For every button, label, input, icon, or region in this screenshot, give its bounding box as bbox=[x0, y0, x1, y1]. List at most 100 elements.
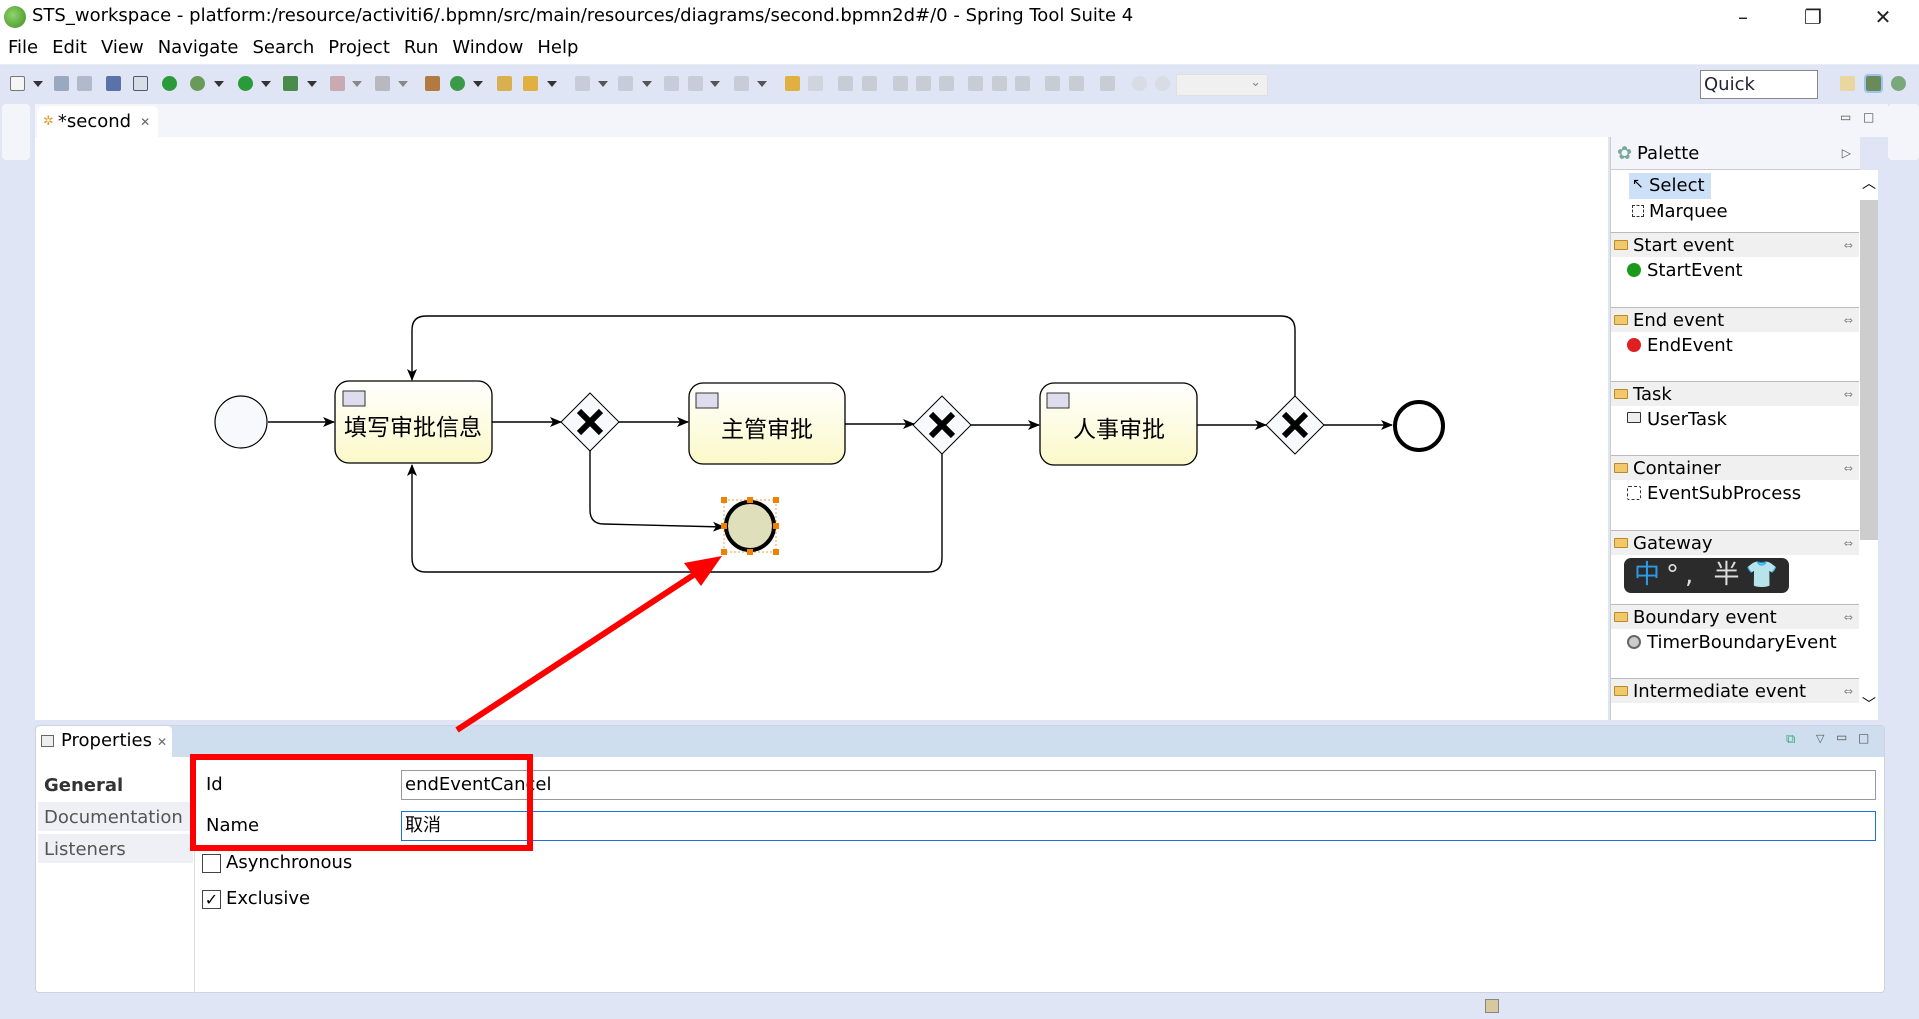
forward-dropdown-icon[interactable] bbox=[757, 81, 767, 87]
next-annotation-dropdown-icon[interactable] bbox=[598, 81, 608, 87]
terminal-icon[interactable] bbox=[106, 76, 121, 91]
exclusive-checkbox[interactable]: ✓ bbox=[202, 890, 221, 909]
redo-icon[interactable] bbox=[808, 76, 823, 91]
run-external-icon[interactable] bbox=[283, 76, 298, 91]
match-width-icon[interactable] bbox=[1045, 76, 1060, 91]
ime-status-bar[interactable]: 中°, 半👕 bbox=[1624, 558, 1789, 593]
zoom-level-combo[interactable]: ⌄ bbox=[1176, 74, 1268, 96]
skip-breakpoints-icon[interactable] bbox=[133, 76, 148, 91]
close-button[interactable]: ✕ bbox=[1860, 2, 1906, 32]
pin-icon[interactable]: ⇔ bbox=[1844, 382, 1853, 407]
menu-view[interactable]: View bbox=[94, 34, 151, 64]
nav-listeners[interactable]: Listeners bbox=[38, 834, 193, 865]
zoom-in-icon[interactable] bbox=[1155, 76, 1170, 91]
open-perspective-icon[interactable] bbox=[1840, 76, 1855, 91]
new-package-icon[interactable] bbox=[425, 76, 440, 91]
editor-tab-second[interactable]: ✲ *second ✕ bbox=[37, 106, 159, 137]
open-type-icon[interactable] bbox=[497, 76, 512, 91]
menu-navigate[interactable]: Navigate bbox=[151, 34, 246, 64]
drawer-container[interactable]: Container ⇔ bbox=[1611, 455, 1859, 480]
scroll-down-icon[interactable]: ﹀ bbox=[1862, 694, 1876, 714]
end-event-cancel-selected[interactable] bbox=[721, 497, 779, 555]
pin-view-icon[interactable]: ⧉ bbox=[1786, 732, 1795, 747]
pin-icon[interactable]: ⇔ bbox=[1844, 233, 1853, 258]
id-field[interactable]: endEventCancel bbox=[401, 770, 1876, 800]
new-icon[interactable] bbox=[10, 76, 25, 91]
back-icon[interactable] bbox=[688, 76, 703, 91]
deploy-dropdown-icon[interactable] bbox=[398, 81, 408, 87]
new-dropdown-icon[interactable] bbox=[33, 81, 43, 87]
zoom-out-icon[interactable] bbox=[1132, 76, 1147, 91]
spring-perspective-icon[interactable] bbox=[1864, 74, 1883, 93]
palette-item-timer-boundary-event[interactable]: TimerBoundaryEvent bbox=[1625, 630, 1837, 655]
minimize-view-icon[interactable]: ▭ bbox=[1836, 730, 1847, 744]
diagram-canvas[interactable]: 填写审批信息 主管审批 人事审批 bbox=[35, 137, 1608, 720]
align-right-icon[interactable] bbox=[939, 76, 954, 91]
drawer-start-event[interactable]: Start event ⇔ bbox=[1611, 232, 1859, 257]
palette-tool-marquee[interactable]: Marquee bbox=[1629, 199, 1734, 225]
minimize-button[interactable]: – bbox=[1720, 2, 1766, 32]
close-properties-icon[interactable]: ✕ bbox=[157, 735, 167, 749]
copy-icon[interactable] bbox=[838, 76, 853, 91]
run-icon[interactable] bbox=[238, 76, 253, 91]
debug-perspective-icon[interactable] bbox=[1891, 76, 1906, 91]
collapse-palette-icon[interactable]: ▷ bbox=[1842, 137, 1851, 170]
undo-icon[interactable] bbox=[785, 76, 800, 91]
restore-button[interactable]: ❐ bbox=[1790, 2, 1836, 32]
pin-icon[interactable]: ⇔ bbox=[1844, 308, 1853, 333]
export-image-icon[interactable] bbox=[1100, 76, 1115, 91]
drawer-task[interactable]: Task ⇔ bbox=[1611, 381, 1859, 406]
pin-icon[interactable]: ⇔ bbox=[1844, 605, 1853, 630]
search-dropdown-icon[interactable] bbox=[547, 81, 557, 87]
align-top-icon[interactable] bbox=[968, 76, 983, 91]
palette-item-start-event[interactable]: StartEvent bbox=[1625, 258, 1743, 283]
align-bottom-icon[interactable] bbox=[1015, 76, 1030, 91]
drawer-gateway[interactable]: Gateway ⇔ bbox=[1611, 530, 1859, 555]
match-height-icon[interactable] bbox=[1069, 76, 1084, 91]
paste-icon[interactable] bbox=[862, 76, 877, 91]
maximize-view-icon[interactable]: □ bbox=[1858, 731, 1869, 745]
back-dropdown-icon[interactable] bbox=[710, 81, 720, 87]
pin-icon[interactable]: ⇔ bbox=[1844, 679, 1853, 704]
forward-icon[interactable] bbox=[734, 76, 749, 91]
menu-help[interactable]: Help bbox=[530, 34, 585, 64]
new-class-dropdown-icon[interactable] bbox=[473, 81, 483, 87]
new-class-icon[interactable] bbox=[450, 76, 465, 91]
view-menu-icon[interactable]: ▽ bbox=[1816, 732, 1824, 745]
drawer-intermediate-event[interactable]: Intermediate event ⇔ bbox=[1611, 678, 1859, 703]
bpmn-diagram[interactable]: 填写审批信息 主管审批 人事审批 bbox=[35, 137, 1608, 720]
palette-header[interactable]: ✿ Palette ▷ bbox=[1611, 137, 1860, 170]
scroll-up-icon[interactable]: ︿ bbox=[1862, 173, 1876, 193]
left-trim-stack[interactable] bbox=[2, 104, 30, 160]
previous-annotation-dropdown-icon[interactable] bbox=[642, 81, 652, 87]
progress-icon[interactable] bbox=[1485, 999, 1499, 1013]
asynchronous-checkbox[interactable] bbox=[202, 854, 221, 873]
nav-documentation[interactable]: Documentation bbox=[38, 802, 193, 833]
start-event[interactable] bbox=[214, 395, 268, 449]
stop-icon[interactable] bbox=[330, 76, 345, 91]
menu-search[interactable]: Search bbox=[245, 34, 321, 64]
name-field[interactable]: 取消 bbox=[401, 811, 1876, 841]
right-trim-stack[interactable] bbox=[1888, 104, 1919, 160]
save-all-icon[interactable] bbox=[77, 76, 92, 91]
drawer-boundary-event[interactable]: Boundary event ⇔ bbox=[1611, 604, 1859, 629]
minimize-editor-icon[interactable]: ▭ bbox=[1840, 110, 1851, 124]
flow-gateway2-back-to-task1[interactable] bbox=[407, 453, 943, 573]
menu-edit[interactable]: Edit bbox=[45, 34, 94, 64]
search-icon[interactable] bbox=[523, 76, 538, 91]
properties-tab[interactable]: Properties ✕ bbox=[36, 726, 172, 760]
previous-annotation-icon[interactable] bbox=[618, 76, 633, 91]
menu-project[interactable]: Project bbox=[321, 34, 397, 64]
align-middle-icon[interactable] bbox=[992, 76, 1007, 91]
maximize-editor-icon[interactable]: □ bbox=[1863, 110, 1874, 124]
pin-icon[interactable]: ⇔ bbox=[1844, 531, 1853, 556]
spring-boot-icon[interactable] bbox=[162, 76, 177, 91]
exclusive-gateway-1[interactable] bbox=[560, 392, 620, 452]
nav-general[interactable]: General bbox=[38, 770, 193, 801]
task-manager-approval[interactable]: 主管审批 bbox=[688, 382, 846, 465]
save-icon[interactable] bbox=[54, 76, 69, 91]
palette-item-event-subprocess[interactable]: EventSubProcess bbox=[1625, 481, 1801, 506]
last-edit-icon[interactable] bbox=[664, 76, 679, 91]
next-annotation-icon[interactable] bbox=[575, 76, 590, 91]
pin-icon[interactable]: ⇔ bbox=[1844, 456, 1853, 481]
